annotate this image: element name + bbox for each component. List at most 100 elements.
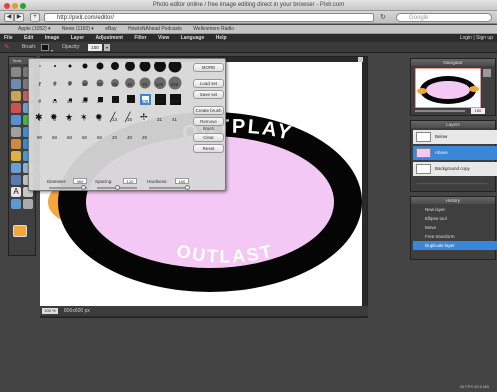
chevron-down-icon[interactable]: ▾ <box>51 45 53 56</box>
bucket-tool-icon[interactable] <box>11 115 21 125</box>
brush-popup: ✱ ✸ ★ ✶ ✹ ╱ ╱ ✢ 1 5 9 15 20 25 30 70 100 200 9… <box>28 58 226 191</box>
opacity-dropdown[interactable]: ▾ <box>104 44 110 51</box>
zoom-window-icon[interactable] <box>20 3 26 9</box>
menu-view[interactable]: View <box>158 35 169 41</box>
search-input[interactable]: Google <box>396 13 492 22</box>
hardness-label: Hardness: <box>147 179 168 184</box>
more-brushes-button[interactable]: MORE <box>193 63 224 72</box>
minimize-window-icon[interactable] <box>12 3 18 9</box>
brush-picker[interactable] <box>41 44 49 51</box>
bookmark-item[interactable]: News (1160) ▾ <box>62 26 94 32</box>
drawing-tool-icon[interactable] <box>11 139 21 149</box>
wand-tool-icon[interactable] <box>11 91 21 101</box>
layer-name: Above <box>435 150 448 155</box>
history-item[interactable]: Move <box>413 223 497 232</box>
history-item[interactable]: Ellipse tool <box>413 214 497 223</box>
brush-preset <box>54 65 56 67</box>
remove-brush-button[interactable]: Remove brush <box>193 117 224 131</box>
zoom-tool-icon[interactable] <box>11 199 21 209</box>
reload-icon[interactable]: ↻ <box>380 13 386 21</box>
signup-link[interactable]: Sign up <box>476 35 493 41</box>
diameter-label: Diameter: <box>47 179 67 184</box>
bookmark-item[interactable]: HowIsNAhead Podcasts <box>128 26 182 32</box>
navigator-zoom-input[interactable]: 100 <box>471 108 485 114</box>
close-window-icon[interactable] <box>4 3 10 9</box>
brush-size-label: 60 <box>96 135 102 140</box>
layer-thumbnail <box>416 148 431 158</box>
foreground-color-swatch[interactable] <box>13 225 27 237</box>
tool-options-bar: ✎ Brush: ▾ Opacity: 100 ▾ <box>0 42 497 53</box>
menu-layer[interactable]: Layer <box>71 35 84 41</box>
brush-tool-icon[interactable] <box>11 103 21 113</box>
eyedropper-tool-icon[interactable] <box>23 199 33 209</box>
back-button[interactable]: ◀ <box>4 13 14 22</box>
layer-name: Below <box>435 134 448 139</box>
opacity-input[interactable]: 100 <box>88 44 102 51</box>
brush-row-1-labels: 1 5 9 15 20 25 30 70 100 200 <box>32 69 178 87</box>
clone-tool-icon[interactable] <box>11 127 21 137</box>
text-tool-icon[interactable]: A <box>11 187 21 197</box>
layer-row-below[interactable]: Below <box>413 130 497 144</box>
bookmark-item[interactable]: Apple (1052) ▾ <box>18 26 51 32</box>
menu-file[interactable]: File <box>4 35 13 41</box>
login-link[interactable]: Login <box>460 35 472 41</box>
history-item-selected[interactable]: Duplicate layer <box>413 241 497 250</box>
brush-size-label: 60 <box>81 135 87 140</box>
opacity-label: Opacity: <box>62 44 81 50</box>
pinch-tool-icon[interactable] <box>11 163 21 173</box>
zoom-level[interactable]: 100 % <box>42 308 58 314</box>
layers-panel: Layers Below Above Background copy <box>410 120 497 192</box>
bookmark-item[interactable]: Wellesmere Radio <box>193 26 234 32</box>
brush-size-label: 40 <box>126 135 132 140</box>
url-bar[interactable]: http://pixlr.com/editor/ <box>44 13 374 22</box>
diameter-input[interactable]: 400 <box>73 178 87 184</box>
hardness-slider-track <box>149 187 189 189</box>
menu-language[interactable]: Language <box>181 35 205 41</box>
brush-label: Brush: <box>22 44 37 50</box>
layer-thumbnail <box>416 164 431 174</box>
clear-button[interactable]: Clear <box>193 133 224 142</box>
spacing-label: Spacing: <box>95 179 113 184</box>
navigator-zoom-slider[interactable] <box>415 110 465 112</box>
bookmarks-bar: Apple (1052) ▾ News (1160) ▾ eBay HowIsN… <box>0 25 497 34</box>
save-set-button[interactable]: Save set <box>193 90 224 99</box>
sharpen-tool-icon[interactable] <box>11 175 21 185</box>
browser-toolbar: ◀ ▶ + http://pixlr.com/editor/ ↻ Google <box>0 11 497 24</box>
load-set-button[interactable]: Load set <box>193 79 224 88</box>
menu-filter[interactable]: Filter <box>134 35 146 41</box>
menu-adjustment[interactable]: Adjustment <box>95 35 123 41</box>
crop-tool-icon[interactable] <box>11 67 21 77</box>
bookmark-item[interactable]: eBay <box>105 26 116 32</box>
navigator-zoom-in-icon[interactable] <box>483 69 491 77</box>
diameter-slider-handle[interactable] <box>81 185 86 190</box>
spacing-slider-handle[interactable] <box>115 185 120 190</box>
spot-heal-tool-icon[interactable] <box>11 151 21 161</box>
hardness-input[interactable]: 100 <box>175 178 189 184</box>
window-titlebar: Photo editor online / free image editing… <box>0 0 497 11</box>
navigator-preview[interactable] <box>415 68 481 108</box>
create-brush-button[interactable]: Create brush <box>193 106 224 115</box>
hardness-slider-handle[interactable] <box>185 185 190 190</box>
image-size: 800x600 px <box>64 308 90 314</box>
brush-preset <box>39 65 41 67</box>
brush-size-label: 90 <box>36 135 42 140</box>
marquee-tool-icon[interactable] <box>11 79 21 89</box>
history-item[interactable]: New layer <box>413 205 497 214</box>
spacing-input[interactable]: 120 <box>123 178 137 184</box>
layers-toolbar <box>417 183 487 189</box>
brush-size-label: 20 <box>111 135 117 140</box>
reset-button[interactable]: Reset <box>193 144 224 153</box>
history-panel: History New layer Ellipse tool Move Free… <box>410 196 497 260</box>
history-item[interactable]: Free transform <box>413 232 497 241</box>
layer-name: Background copy <box>435 166 470 171</box>
layers-title: Layers <box>411 121 495 128</box>
perf-stats: 35 FPS 95.6 MB <box>459 384 489 389</box>
layer-row-above[interactable]: Above <box>413 146 497 160</box>
layer-row-background-copy[interactable]: Background copy <box>413 162 497 176</box>
brush-preset <box>82 63 88 69</box>
menu-image[interactable]: Image <box>45 35 59 41</box>
new-tab-button[interactable]: + <box>30 13 40 22</box>
forward-button[interactable]: ▶ <box>14 13 24 22</box>
menu-help[interactable]: Help <box>216 35 227 41</box>
menu-edit[interactable]: Edit <box>24 35 33 41</box>
